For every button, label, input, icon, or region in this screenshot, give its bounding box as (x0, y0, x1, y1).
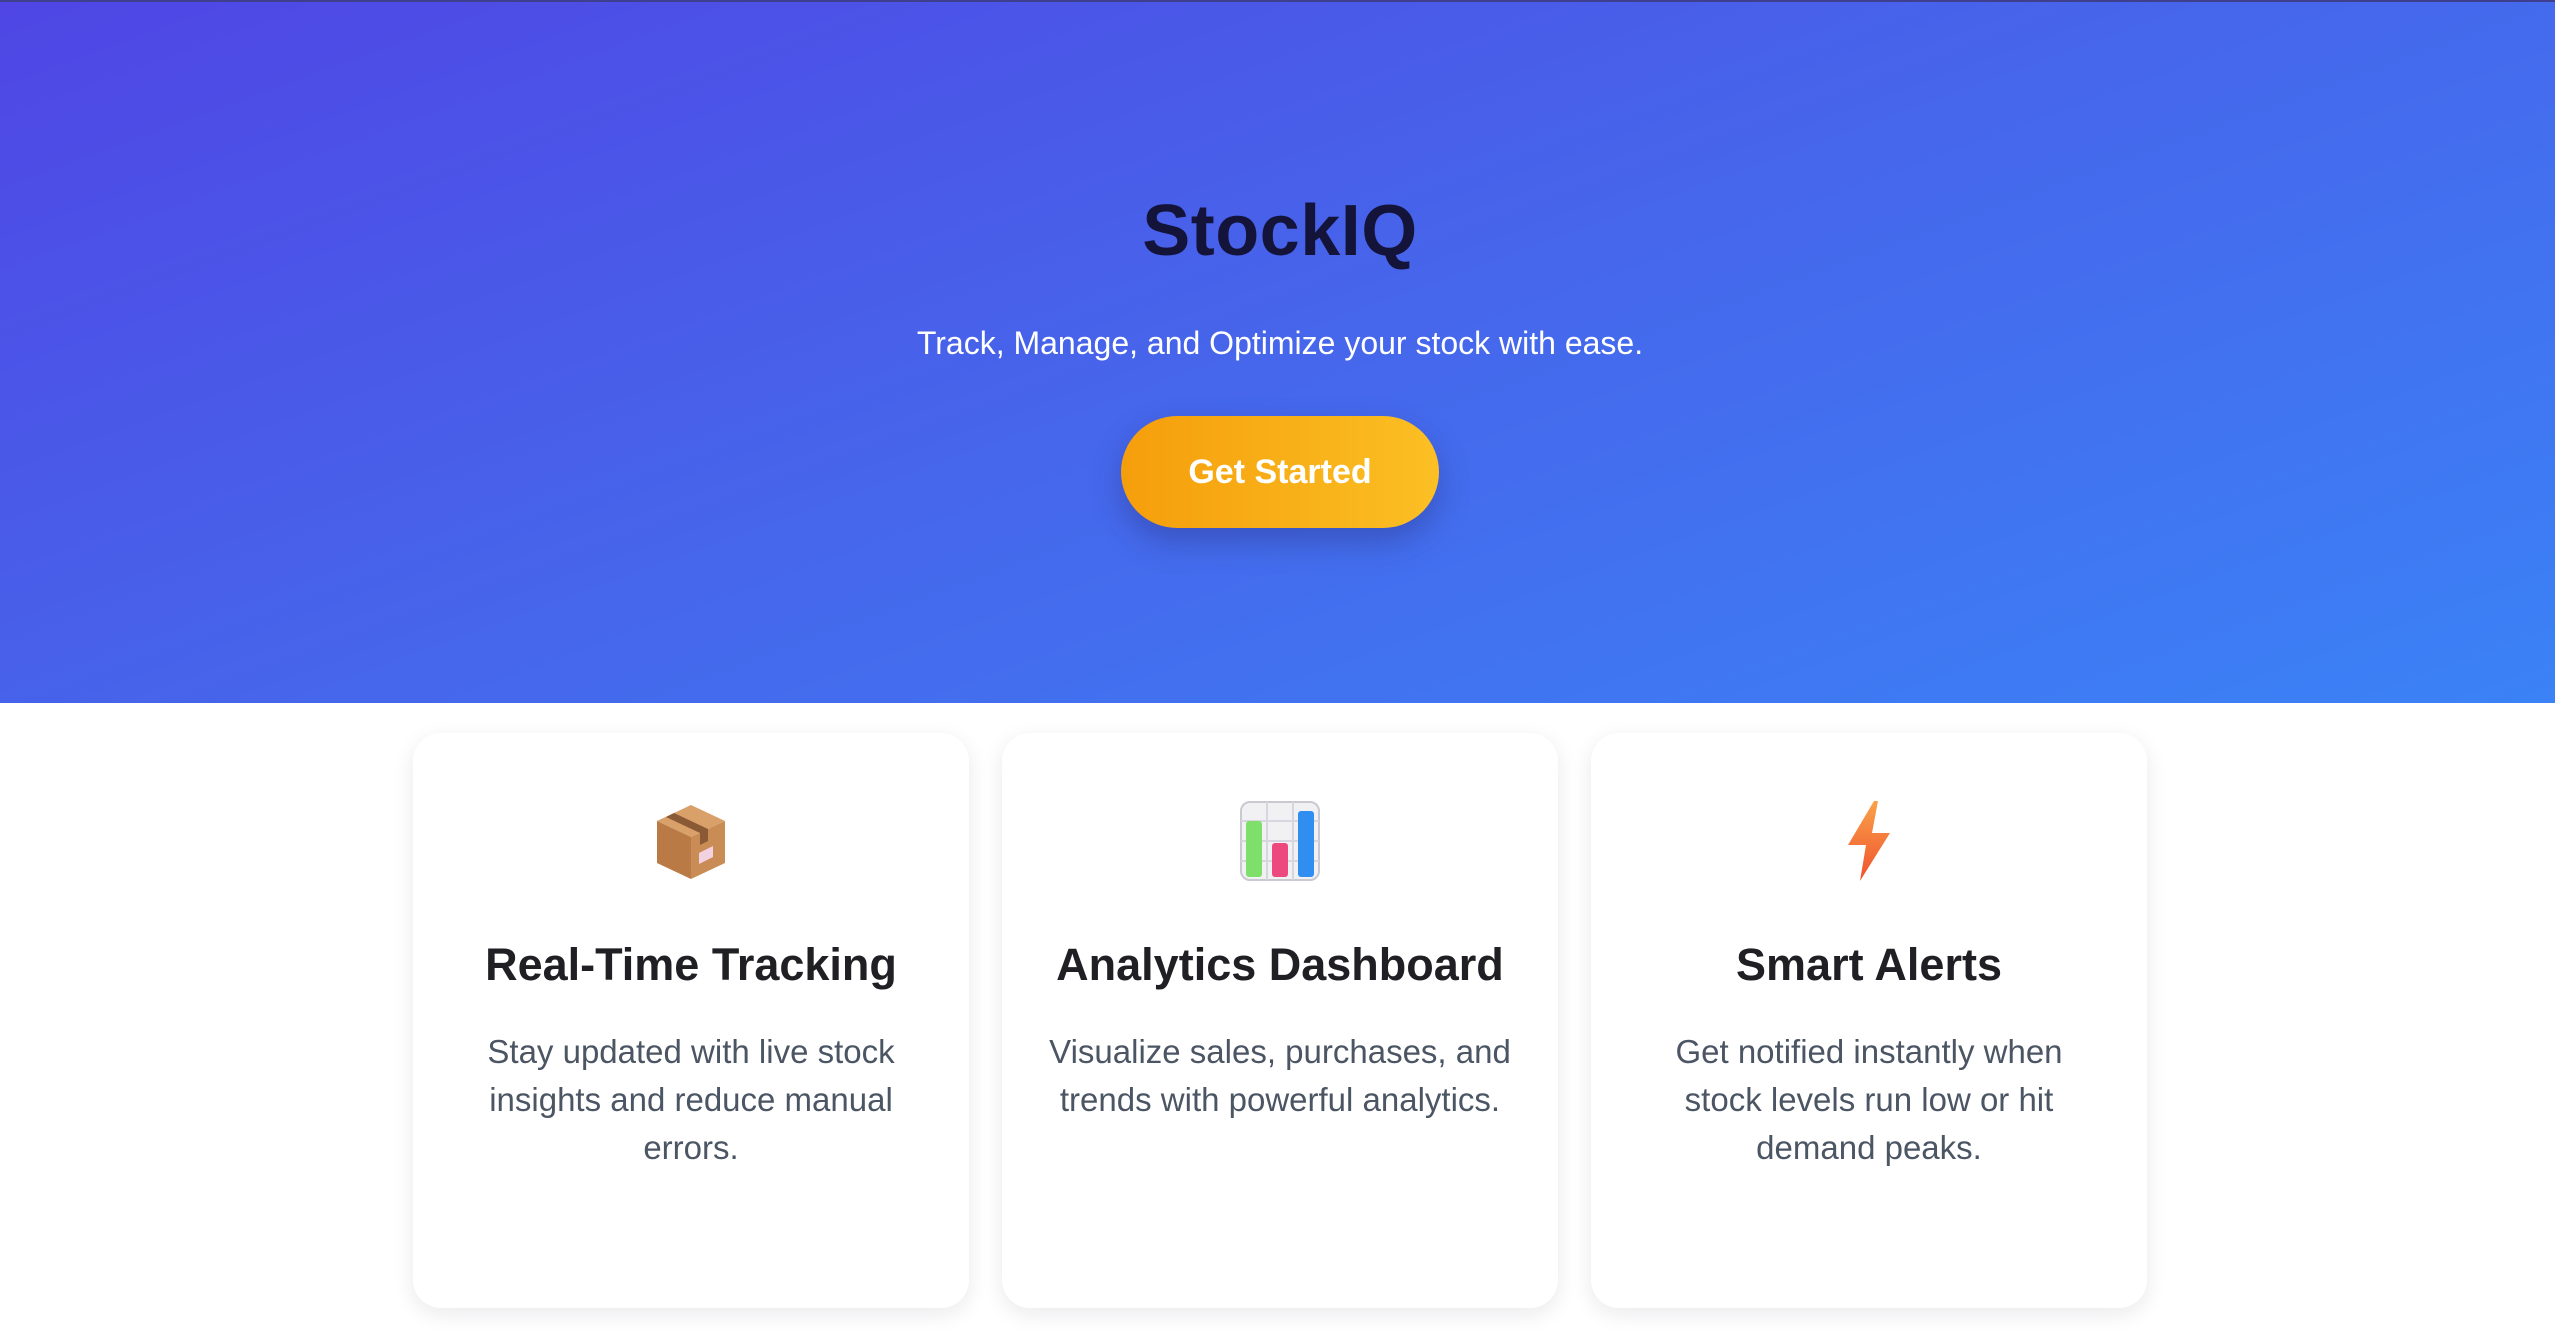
feature-title: Real-Time Tracking (485, 939, 897, 990)
feature-card-smart-alerts: Smart Alerts Get notified instantly when… (1591, 733, 2147, 1308)
bar-chart-icon (1002, 791, 1558, 891)
feature-title: Smart Alerts (1736, 939, 2002, 990)
hero-subtitle: Track, Manage, and Optimize your stock w… (916, 325, 1644, 361)
feature-description: Get notified instantly when stock levels… (1675, 1033, 2063, 1166)
feature-description: Visualize sales, purchases, and trends w… (1049, 1033, 1511, 1118)
feature-title: Analytics Dashboard (1056, 939, 1504, 990)
brand-title: StockIQ (1142, 191, 1418, 271)
get-started-button[interactable]: Get Started (1121, 416, 1439, 528)
lightning-bolt-icon (1591, 791, 2147, 891)
hero-section: StockIQ Track, Manage, and Optimize your… (0, 0, 2555, 703)
feature-card-real-time-tracking: Real-Time Tracking Stay updated with liv… (413, 733, 969, 1308)
feature-description: Stay updated with live stock insights an… (487, 1033, 895, 1166)
feature-card-analytics-dashboard: Analytics Dashboard Visualize sales, pur… (1002, 733, 1558, 1308)
package-box-icon (413, 791, 969, 891)
